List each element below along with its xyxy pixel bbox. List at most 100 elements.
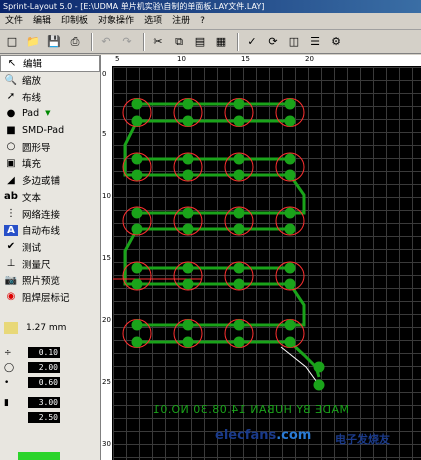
align-icon[interactable]: ☰ — [306, 33, 324, 51]
pad-shape-icon: ◯ — [4, 362, 15, 373]
watermark-domain: .com — [276, 428, 312, 443]
copper-pad — [284, 115, 296, 127]
new-icon[interactable]: □ — [3, 33, 21, 51]
copper-pad — [131, 262, 143, 274]
copper-pad — [182, 98, 194, 110]
paste-icon[interactable]: ▤ — [191, 33, 209, 51]
copper-pad — [131, 153, 143, 165]
copper-pad — [284, 319, 296, 331]
tool-polygon[interactable]: ◢ 多边或铺 — [0, 172, 100, 189]
print-icon[interactable]: ⎙ — [66, 33, 84, 51]
zoom-icon: 🔍 — [4, 74, 18, 86]
copper-pad — [284, 169, 296, 181]
tool-zoom[interactable]: 🔍 缩放 — [0, 72, 100, 89]
menu-file[interactable]: 文件 — [0, 13, 28, 29]
smd-w-row: ▮ 3.00 — [0, 395, 100, 410]
tool-label: 自动布线 — [22, 226, 61, 238]
tool-label: 照片预览 — [22, 276, 61, 288]
smd-width-field[interactable]: 3.00 — [28, 397, 60, 409]
tool-netlist[interactable]: ⋮ 网络连接 — [0, 205, 100, 222]
menu-objects[interactable]: 对象操作 — [93, 13, 139, 29]
track-width-row[interactable]: 1.27 mm — [0, 319, 100, 337]
cut-icon[interactable]: ✂ — [149, 33, 167, 51]
pad-inner-field[interactable]: 0.60 — [28, 377, 60, 389]
menu-options[interactable]: 选项 — [139, 13, 167, 29]
pad-hole-icon: • — [4, 377, 10, 388]
smd-h-row: 2.50 — [0, 410, 100, 425]
copper-pad — [182, 115, 194, 127]
tool-autoroute[interactable]: A 自动布线 — [0, 222, 100, 239]
copper-pad — [131, 336, 143, 348]
copper-pad — [313, 379, 325, 391]
tool-circle[interactable]: ○ 圆形导 — [0, 138, 100, 155]
copper-pad — [182, 278, 194, 290]
check-icon[interactable]: ✓ — [243, 33, 261, 51]
smd-pad-icon: ■ — [6, 124, 16, 136]
menu-bar: 文件 编辑 印制板 对象操作 选项 注册 ? — [0, 13, 421, 30]
copper-pad — [284, 278, 296, 290]
tool-label: 测量尺 — [22, 259, 51, 271]
ruler-icon: ⊥ — [6, 258, 16, 270]
tool-label: Pad — [22, 107, 40, 119]
mirrored-board-text: MADE BY HUBAN 14.08.30 NO.01 — [152, 403, 349, 416]
autoroute-icon: A — [4, 224, 18, 236]
track-width-value: 1.27 mm — [26, 323, 67, 334]
pad-icon: ● — [6, 107, 16, 119]
menu-edit[interactable]: 编辑 — [28, 13, 56, 29]
tool-photo[interactable]: 📷 照片预览 — [0, 272, 100, 289]
soldermask-icon: ◉ — [6, 291, 16, 303]
copper-pad — [131, 223, 143, 235]
copper-pad — [182, 223, 194, 235]
tool-soldermask[interactable]: ◉ 阻焊层标记 — [0, 289, 100, 306]
open-icon[interactable]: 📁 — [24, 33, 42, 51]
menu-board[interactable]: 印制板 — [56, 13, 93, 29]
dropdown-arrow-icon[interactable]: ▼ — [45, 109, 50, 117]
copper-trace — [123, 120, 139, 177]
menu-register[interactable]: 注册 — [167, 13, 195, 29]
copper-pad — [284, 336, 296, 348]
tool-palette: ↖ 编辑 🔍 缩放 ➚ 布线 ● Pad ▼ ■ SMD-Pad ○ 圆形导 ▣ 填充 ◢ 多边或… — [0, 55, 101, 460]
undo-icon[interactable]: ↶ — [97, 33, 115, 51]
copper-pad — [284, 207, 296, 219]
copper-pad — [233, 169, 245, 181]
mirror-icon[interactable]: ◫ — [285, 33, 303, 51]
tool-label: 文本 — [22, 192, 42, 204]
tool-label: 布线 — [22, 92, 42, 104]
menu-help[interactable]: ? — [195, 13, 210, 29]
toolbar-separator — [237, 32, 239, 51]
redo-icon[interactable]: ↷ — [118, 33, 136, 51]
window-title: Sprint-Layout 5.0 - [E:\UDMA 单片机实验\自制的单面… — [0, 0, 421, 13]
tool-fill[interactable]: ▣ 填充 — [0, 155, 100, 172]
tool-pad[interactable]: ● Pad ▼ — [0, 105, 100, 122]
delete-icon[interactable]: ▦ — [212, 33, 230, 51]
rotate-icon[interactable]: ⟳ — [264, 33, 282, 51]
site-watermark: elecfans.com — [215, 428, 311, 443]
copper-pad — [233, 336, 245, 348]
tool-smd-pad[interactable]: ■ SMD-Pad — [0, 122, 100, 139]
pad-outer-row: ◯ 2.00 — [0, 360, 100, 375]
track-width-swatch — [4, 322, 18, 335]
photo-icon: 📷 — [4, 274, 18, 286]
copy-icon[interactable]: ⧉ — [170, 33, 188, 51]
copper-pad — [182, 207, 194, 219]
copper-pad — [233, 115, 245, 127]
grid-row: ÷ 0.10 — [0, 345, 100, 360]
tool-text[interactable]: ab 文本 — [0, 189, 100, 206]
copper-pad — [131, 115, 143, 127]
tool-edit[interactable]: ↖ 编辑 — [0, 55, 100, 72]
tool-track[interactable]: ➚ 布线 — [0, 88, 100, 105]
pad-outer-field[interactable]: 2.00 — [28, 362, 60, 374]
test-icon: ✔ — [6, 241, 16, 253]
settings-icon[interactable]: ⚙ — [327, 33, 345, 51]
text-icon: ab — [4, 191, 18, 203]
tool-label: 填充 — [22, 159, 42, 171]
pcb-canvas[interactable]: 5 10 15 20 0 5 10 15 20 25 30 MADE BY HU… — [101, 55, 421, 460]
smd-height-field[interactable]: 2.50 — [28, 412, 60, 424]
grid-value-field[interactable]: 0.10 — [28, 347, 60, 359]
copper-pad — [131, 169, 143, 181]
layer-indicator[interactable] — [18, 452, 60, 460]
tool-test[interactable]: ✔ 测试 — [0, 239, 100, 256]
copper-pad — [284, 98, 296, 110]
save-icon[interactable]: 💾 — [45, 33, 63, 51]
tool-measure[interactable]: ⊥ 测量尺 — [0, 255, 100, 272]
